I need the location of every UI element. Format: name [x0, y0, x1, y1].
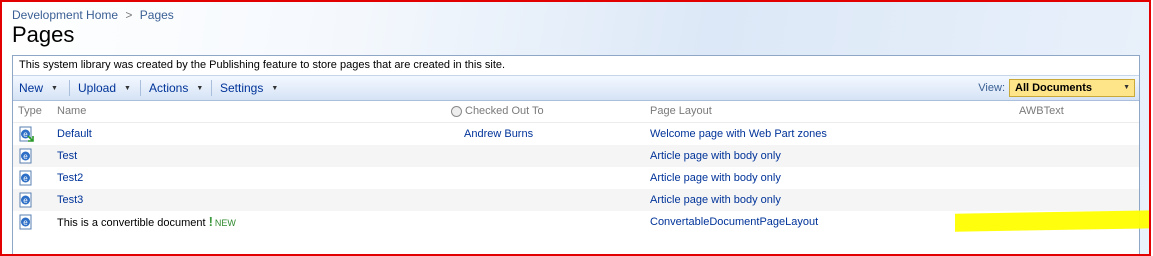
- page-icon[interactable]: e: [18, 170, 34, 186]
- breadcrumb-home-link[interactable]: Development Home: [12, 8, 118, 22]
- page-layout-link[interactable]: Article page with body only: [650, 189, 781, 211]
- toolbar-divider: [140, 80, 141, 96]
- svg-text:e: e: [23, 218, 28, 227]
- dropdown-arrow-icon: ▼: [51, 84, 58, 92]
- table-row: e Test Article page with body only: [13, 145, 1139, 167]
- upload-menu[interactable]: Upload ▼: [78, 76, 131, 100]
- toolbar-divider: [211, 80, 212, 96]
- library-description: This system library was created by the P…: [13, 56, 1139, 76]
- table-row: e Test3 Article page with body only: [13, 189, 1139, 211]
- view-selector-value: All Documents: [1015, 82, 1093, 94]
- breadcrumb-current: Pages: [139, 8, 174, 22]
- new-menu[interactable]: New ▼: [19, 76, 58, 100]
- table-row: e Default Andrew Burns Welcome page with…: [13, 123, 1139, 145]
- dropdown-arrow-icon: ▼: [196, 84, 204, 92]
- new-menu-label: New: [19, 81, 44, 95]
- document-name-link[interactable]: This is a convertible document! NEW: [57, 211, 236, 234]
- document-name-link[interactable]: Test2: [57, 167, 83, 189]
- dropdown-arrow-icon: ▼: [124, 84, 131, 92]
- page-icon[interactable]: e: [18, 214, 34, 230]
- column-header-row: Type Name Checked Out To Page Layout AWB…: [13, 101, 1139, 123]
- settings-menu[interactable]: Settings ▼: [220, 76, 278, 100]
- actions-menu-label: Actions: [149, 81, 189, 95]
- table-row: e Test2 Article page with body only: [13, 167, 1139, 189]
- breadcrumb-separator: >: [125, 8, 133, 22]
- page-frame: Development Home > Pages Pages This syst…: [0, 0, 1151, 256]
- page-layout-link[interactable]: Welcome page with Web Part zones: [650, 123, 827, 145]
- new-badge: NEW: [214, 218, 236, 228]
- column-header-name[interactable]: Name: [57, 101, 86, 122]
- document-name-link[interactable]: Default: [57, 123, 92, 145]
- breadcrumb: Development Home > Pages: [12, 8, 174, 22]
- column-header-awbtext[interactable]: AWBText: [1019, 101, 1064, 122]
- checked-out-page-icon[interactable]: e: [18, 126, 34, 142]
- document-name-label: This is a convertible document: [57, 217, 206, 229]
- document-name-link[interactable]: Test3: [57, 189, 83, 211]
- yellow-highlight-mark: [955, 210, 1149, 232]
- column-header-checked-out-to-label: Checked Out To: [465, 105, 544, 117]
- page-layout-link[interactable]: Article page with body only: [650, 145, 781, 167]
- svg-text:e: e: [23, 174, 28, 183]
- svg-text:e: e: [23, 130, 28, 139]
- page-icon[interactable]: e: [18, 192, 34, 208]
- page-title: Pages: [12, 22, 75, 47]
- dropdown-arrow-icon: ▼: [1123, 84, 1130, 91]
- view-selector[interactable]: All Documents ▼: [1009, 79, 1135, 97]
- actions-menu[interactable]: Actions ▼: [149, 76, 203, 100]
- page-layout-link[interactable]: ConvertableDocumentPageLayout: [650, 211, 818, 233]
- list-toolbar: New ▼ Upload ▼ Actions ▼ Settings ▼ View: Al…: [13, 76, 1139, 101]
- page-icon[interactable]: e: [18, 148, 34, 164]
- new-item-mark-icon: !: [208, 214, 213, 229]
- checked-out-user-link[interactable]: Andrew Burns: [464, 123, 533, 145]
- view-label: View:: [978, 82, 1005, 94]
- settings-menu-label: Settings: [220, 81, 264, 95]
- svg-text:e: e: [23, 152, 28, 161]
- upload-menu-label: Upload: [78, 81, 117, 95]
- dropdown-arrow-icon: ▼: [271, 84, 279, 92]
- svg-text:e: e: [23, 196, 28, 205]
- document-name-link[interactable]: Test: [57, 145, 77, 167]
- column-header-type[interactable]: Type: [18, 101, 42, 122]
- column-header-checked-out-to[interactable]: Checked Out To: [451, 101, 544, 122]
- toolbar-divider: [69, 80, 70, 96]
- checkout-status-icon: [451, 105, 462, 117]
- page-layout-link[interactable]: Article page with body only: [650, 167, 781, 189]
- column-header-page-layout[interactable]: Page Layout: [650, 101, 712, 122]
